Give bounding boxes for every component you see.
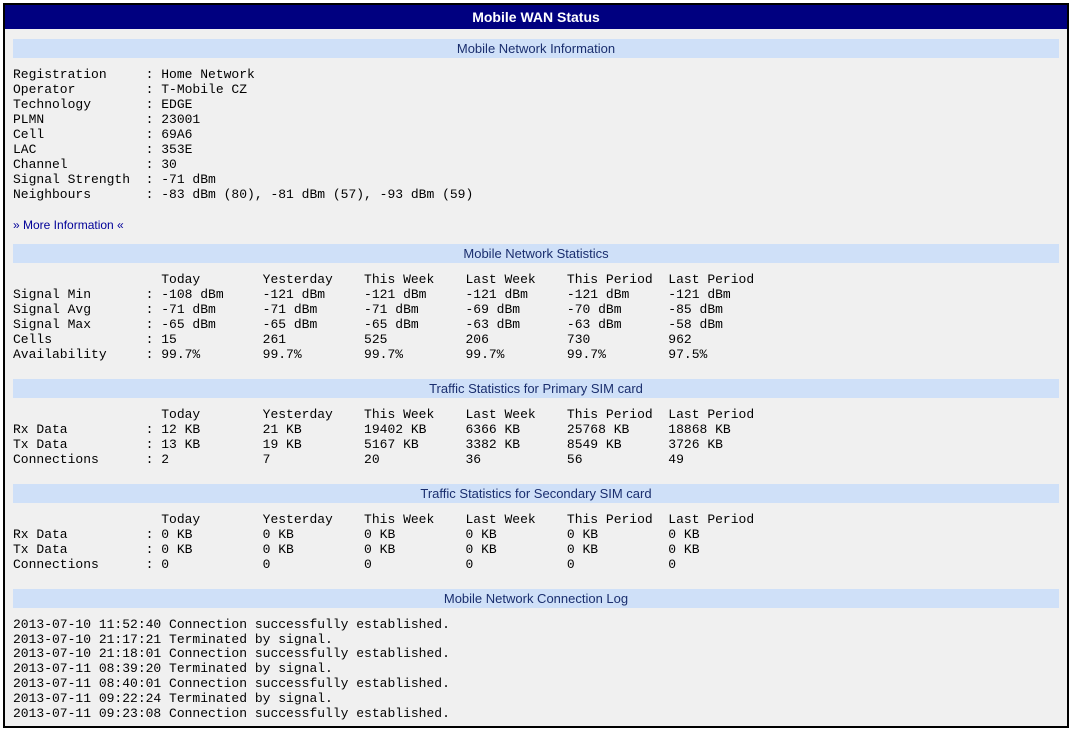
network-stats-header: Mobile Network Statistics <box>13 244 1059 263</box>
primary-sim-body: Today Yesterday This Week Last Week This… <box>13 398 1059 482</box>
secondary-sim-header: Traffic Statistics for Secondary SIM car… <box>13 484 1059 503</box>
connection-log-header: Mobile Network Connection Log <box>13 589 1059 608</box>
primary-sim-header: Traffic Statistics for Primary SIM card <box>13 379 1059 398</box>
network-stats-body: Today Yesterday This Week Last Week This… <box>13 263 1059 377</box>
secondary-sim-body: Today Yesterday This Week Last Week This… <box>13 503 1059 587</box>
network-info-header: Mobile Network Information <box>13 39 1059 58</box>
status-panel: Mobile WAN Status Mobile Network Informa… <box>3 3 1069 728</box>
more-information-link[interactable]: » More Information « <box>13 216 1059 242</box>
page-title: Mobile WAN Status <box>5 5 1067 29</box>
connection-log-body: 2013-07-10 11:52:40 Connection successfu… <box>13 608 1059 737</box>
network-info-body: Registration : Home Network Operator : T… <box>13 58 1059 216</box>
content-area: Mobile Network Information Registration … <box>5 29 1067 744</box>
